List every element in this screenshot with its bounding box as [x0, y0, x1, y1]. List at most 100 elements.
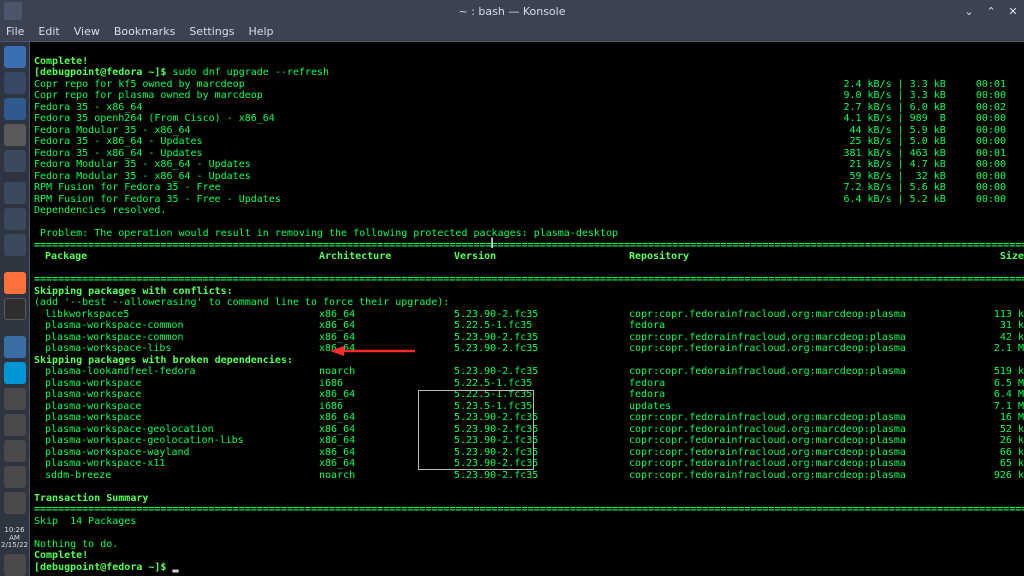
repo-name: Fedora 35 openh264 (From Cisco) - x86_64 [34, 113, 275, 125]
pkg-row: plasma-lookandfeel-fedoranoarch5.23.90-2… [34, 366, 1020, 378]
pkg-ver: 5.23.90-2.fc35 [454, 435, 629, 447]
pkg-arch: x86_64 [319, 424, 454, 436]
maximize-button[interactable]: ⌃ [984, 5, 998, 18]
repo-stats: 9.0 kB/s | 3.3 kB 00:00 [843, 90, 1020, 102]
keyboard-icon[interactable] [4, 466, 26, 488]
pkg-size: 113 k [979, 309, 1024, 321]
pkg-size: 926 k [979, 470, 1024, 482]
menu-view[interactable]: View [74, 25, 100, 38]
pkg-ver: 5.22.5-1.fc35 [454, 320, 629, 332]
network-icon[interactable] [4, 440, 26, 462]
menubar: File Edit View Bookmarks Settings Help [0, 22, 1024, 42]
txn-summary: Transaction Summary [34, 493, 148, 504]
repo-line: Fedora 35 - x86_64 - Updates 25 kB/s | 5… [34, 136, 1020, 148]
settings-icon[interactable] [4, 124, 26, 146]
pkg-ver: 5.22.5-1.fc35 [454, 378, 629, 390]
pkg-row: plasma-workspacei6865.23.5-1.fc35updates… [34, 401, 1020, 413]
deps-resolved: Dependencies resolved. [34, 205, 166, 216]
minimize-button[interactable]: ⌄ [962, 5, 976, 18]
hp-icon[interactable] [4, 362, 26, 384]
pkg-arch: i686 [319, 401, 454, 413]
repo-line: Fedora 35 openh264 (From Cisco) - x86_64… [34, 113, 1020, 125]
launcher-icon[interactable] [4, 46, 26, 68]
pkg-arch: x86_64 [319, 447, 454, 459]
pkg-size: 52 k [979, 424, 1024, 436]
repo-stats: 21 kB/s | 4.7 kB 00:00 [843, 159, 1020, 171]
pkg-size: 2.1 M [979, 343, 1024, 355]
return-icon[interactable] [4, 388, 26, 410]
firefox-icon[interactable] [4, 272, 26, 294]
pkg-ver: 5.23.90-2.fc35 [454, 309, 629, 321]
pkg-arch: noarch [319, 470, 454, 482]
repo-line: Fedora 35 - x86_64 - Updates 381 kB/s | 4… [34, 148, 1020, 160]
pkg-size: 66 k [979, 447, 1024, 459]
cursor: ▂ [172, 562, 178, 573]
app-icon-4[interactable] [4, 336, 26, 358]
pkg-row: libkworkspace5x86_645.23.90-2.fc35copr:c… [34, 309, 1020, 321]
prompt-cmd: sudo dnf upgrade --refresh [172, 67, 329, 78]
app-icon-1[interactable] [4, 182, 26, 204]
app-icon [4, 2, 22, 20]
editor-icon[interactable] [4, 150, 26, 172]
menu-bookmarks[interactable]: Bookmarks [114, 25, 175, 38]
repo-name: Fedora 35 - x86_64 [34, 102, 142, 114]
pkg-ver: 5.23.90-2.fc35 [454, 412, 629, 424]
pkg-ver: 5.23.90-2.fc35 [454, 343, 629, 355]
discover-icon[interactable] [4, 98, 26, 120]
pkg-repo: copr:copr.fedorainfracloud.org:marcdeop:… [629, 447, 979, 459]
repo-stats: 44 kB/s | 5.9 kB 00:00 [843, 125, 1020, 137]
pkg-repo: fedora [629, 378, 979, 390]
pkg-arch: noarch [319, 366, 454, 378]
repo-name: Fedora 35 - x86_64 - Updates [34, 148, 203, 160]
nothing-line: Nothing to do. [34, 539, 118, 550]
terminal-icon[interactable] [4, 298, 26, 320]
app-icon-2[interactable] [4, 208, 26, 230]
close-button[interactable]: ✕ [1006, 5, 1020, 18]
repo-name: RPM Fusion for Fedora 35 - Free [34, 182, 221, 194]
pkg-repo: copr:copr.fedorainfracloud.org:marcdeop:… [629, 470, 979, 482]
pkg-name: plasma-workspace-common [34, 320, 319, 332]
menu-help[interactable]: Help [248, 25, 273, 38]
dock: 10:26 AM 2/15/22 [0, 42, 30, 576]
pkg-name: plasma-workspace-common [34, 332, 319, 344]
terminal-output[interactable]: Complete! [debugpoint@fedora ~]$ sudo dn… [30, 42, 1024, 576]
repo-name: Fedora Modular 35 - x86_64 - Updates [34, 171, 251, 183]
repo-name: RPM Fusion for Fedora 35 - Free - Update… [34, 194, 281, 206]
menu-file[interactable]: File [6, 25, 24, 38]
pkg-name: plasma-workspace [34, 389, 319, 401]
pkg-row: sddm-breezenoarch5.23.90-2.fc35copr:copr… [34, 470, 1020, 482]
pkg-arch: i686 [319, 378, 454, 390]
files-icon[interactable] [4, 72, 26, 94]
volume-icon[interactable] [4, 414, 26, 436]
pkg-repo: copr:copr.fedorainfracloud.org:marcdeop:… [629, 412, 979, 424]
text-cursor-icon: I [490, 236, 492, 250]
pkg-size: 519 k [979, 366, 1024, 378]
pkg-row: plasma-workspace-commonx86_645.23.90-2.f… [34, 332, 1020, 344]
pkg-row: plasma-workspacex86_645.23.90-2.fc35copr… [34, 412, 1020, 424]
skip-count: Skip 14 Packages [34, 516, 136, 527]
show-desktop-icon[interactable] [4, 554, 26, 576]
pkg-row: plasma-workspace-commonx86_645.22.5-1.fc… [34, 320, 1020, 332]
pkg-arch: x86_64 [319, 343, 454, 355]
menu-edit[interactable]: Edit [38, 25, 59, 38]
repo-line: Fedora Modular 35 - x86_64 44 kB/s | 5.9… [34, 125, 1020, 137]
clock[interactable]: 10:26 AM 2/15/22 [0, 527, 29, 550]
pkg-ver: 5.23.90-2.fc35 [454, 424, 629, 436]
repo-stats: 7.2 kB/s | 5.6 kB 00:00 [843, 182, 1020, 194]
skip-broken: Skipping packages with broken dependenci… [34, 355, 293, 366]
pkg-repo: copr:copr.fedorainfracloud.org:marcdeop:… [629, 309, 979, 321]
repo-stats: 4.1 kB/s | 989 B 00:00 [843, 113, 1020, 125]
repo-stats: 59 kB/s | 32 kB 00:00 [843, 171, 1020, 183]
repo-line: RPM Fusion for Fedora 35 - Free - Update… [34, 194, 1020, 206]
pkg-repo: updates [629, 401, 979, 413]
menu-settings[interactable]: Settings [189, 25, 234, 38]
pkg-row: plasma-workspace-geolocationx86_645.23.9… [34, 424, 1020, 436]
status-icon[interactable] [4, 492, 26, 514]
app-icon-3[interactable] [4, 234, 26, 256]
repo-line: Copr repo for plasma owned by marcdeop9.… [34, 90, 1020, 102]
repo-stats: 381 kB/s | 463 kB 00:01 [843, 148, 1020, 160]
pkg-repo: copr:copr.fedorainfracloud.org:marcdeop:… [629, 435, 979, 447]
pkg-size: 6.4 M [979, 389, 1024, 401]
pkg-ver: 5.23.90-2.fc35 [454, 447, 629, 459]
pkg-arch: x86_64 [319, 458, 454, 470]
